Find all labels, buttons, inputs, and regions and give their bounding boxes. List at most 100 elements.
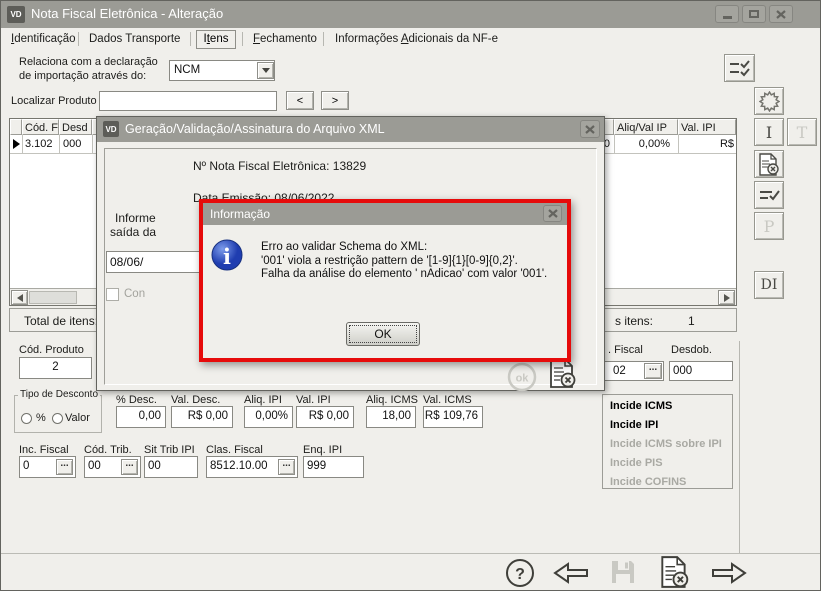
tab-identificacao[interactable]: Identificação xyxy=(11,33,76,45)
contingencia-checkbox xyxy=(106,288,119,301)
aliq-icms-input[interactable]: 18,00 xyxy=(366,406,416,428)
inc-fiscal-browse-button[interactable]: ... xyxy=(56,459,73,475)
cell-desdob: 000 xyxy=(63,138,81,150)
minimize-icon xyxy=(723,16,732,19)
window-titlebar: VD Nota Fiscal Eletrônica - Alteração xyxy=(1,1,821,28)
val-icms-input[interactable]: R$ 109,76 xyxy=(423,406,483,428)
aliq-ipi-input[interactable]: 0,00% xyxy=(244,406,293,428)
val-desc-input[interactable]: R$ 0,00 xyxy=(171,406,233,428)
clas-fiscal-browse-button[interactable]: ... xyxy=(278,459,295,475)
nf-number-line: Nº Nota Fiscal Eletrônica: 13829 xyxy=(193,159,366,173)
cell-aliq-val-ipi: 0,00% xyxy=(602,138,670,150)
cell-cod-fiscal: 3.102 xyxy=(25,138,53,150)
data-saida-input[interactable]: 08/06/ xyxy=(106,251,206,273)
scroll-left-icon xyxy=(17,294,23,302)
close-icon xyxy=(776,10,786,19)
cod-fiscal-label: . Fiscal xyxy=(608,344,643,356)
close-icon xyxy=(585,125,595,134)
cod-fiscal-browse-button[interactable]: ... xyxy=(644,363,662,379)
cod-produto-input[interactable]: 2 xyxy=(19,357,92,379)
radio-percent-label: % xyxy=(36,412,46,424)
info-icon: i xyxy=(211,239,243,271)
grid-header-desdob[interactable]: Desd xyxy=(59,119,92,135)
aliq-icms-label: Aliq. ICMS xyxy=(366,394,418,406)
grid-header-aliq-val-ipi[interactable]: Aliq/Val IP xyxy=(614,119,678,135)
tab-fechamento[interactable]: Fechamento xyxy=(253,33,317,45)
sit-trib-ipi-label: Sit Trib IPI xyxy=(144,444,195,456)
relaciona-label-line2: de importação através do: xyxy=(19,70,146,82)
enq-ipi-input[interactable]: 999 xyxy=(303,456,364,478)
val-ipi-label: Val. IPI xyxy=(296,394,331,406)
radio-valor[interactable] xyxy=(52,413,63,424)
error-message: Erro ao validar Schema do XML: '001' vio… xyxy=(261,241,547,282)
back-button[interactable] xyxy=(552,560,590,586)
close-button[interactable] xyxy=(769,5,793,23)
p-button-disabled: P xyxy=(754,212,784,240)
cod-fiscal-value: 02 xyxy=(613,365,626,377)
tab-itens-selected[interactable]: Itens xyxy=(196,30,236,49)
combobox-dropdown-button[interactable] xyxy=(257,62,274,79)
tab-dados-transporte[interactable]: Dados Transporte xyxy=(89,33,180,45)
grid-header-cod-fiscal[interactable]: Cód. F xyxy=(22,119,59,135)
help-button[interactable]: ? xyxy=(504,557,536,589)
tab-separator xyxy=(190,32,191,46)
localizar-produto-input[interactable] xyxy=(99,91,277,111)
apply-all-button[interactable] xyxy=(724,54,755,82)
cod-trib-label: Cód. Trib. xyxy=(84,444,132,456)
desdob-input[interactable]: 000 xyxy=(669,361,733,381)
inc-fiscal-label: Inc. Fiscal xyxy=(19,444,69,456)
t-button-disabled: T xyxy=(787,118,817,146)
di-button[interactable]: DI xyxy=(754,271,784,299)
italic-i-button[interactable]: I xyxy=(754,118,784,146)
scroll-right-button[interactable] xyxy=(718,290,735,305)
error-dialog-title: Informação xyxy=(210,207,270,221)
val-desc-label: Val. Desc. xyxy=(171,394,220,406)
error-message-line2: '001' viola a restrição pattern de '[1-9… xyxy=(261,255,547,269)
next-product-button[interactable]: > xyxy=(321,91,349,110)
pct-desc-input[interactable]: 0,00 xyxy=(116,406,166,428)
hscrollbar-thumb[interactable] xyxy=(29,291,77,304)
cancel-document-button[interactable] xyxy=(754,150,784,178)
error-dialog-close-button[interactable] xyxy=(543,205,562,222)
forward-button[interactable] xyxy=(710,560,748,586)
ok-button-disabled: ok xyxy=(507,362,537,392)
total-itens-label: Total de itens: xyxy=(24,314,98,328)
tipo-desconto-legend: Tipo de Desconto xyxy=(18,389,100,400)
error-message-line3: Falha da análise do elemento ' nAdicao' … xyxy=(261,268,547,282)
xml-dialog-close-button[interactable] xyxy=(580,120,600,138)
ncm-combobox[interactable]: NCM xyxy=(169,60,275,81)
tab-separator xyxy=(323,32,324,46)
error-ok-button[interactable]: OK xyxy=(346,322,420,346)
document-delete-icon xyxy=(657,555,691,589)
total-dos-itens-value: 1 xyxy=(688,314,695,328)
cod-produto-label: Cód. Produto xyxy=(19,344,84,356)
informe-line1: Informe xyxy=(115,211,156,225)
validate-button[interactable] xyxy=(754,181,784,209)
save-floppy-icon xyxy=(609,558,637,586)
minimize-button[interactable] xyxy=(715,5,739,23)
tab-separator xyxy=(78,32,79,46)
grid-selector-header xyxy=(10,119,22,135)
xml-dialog-title: Geração/Validação/Assinatura do Arquivo … xyxy=(125,122,385,136)
sit-trib-ipi-input[interactable]: 00 xyxy=(144,456,198,478)
tab-informacoes-adicionais[interactable]: Informações Adicionais da NF-e xyxy=(335,33,498,45)
app-icon: VD xyxy=(7,6,25,23)
grid-header-val-ipi[interactable]: Val. IPI xyxy=(678,119,736,135)
cancel-nfe-button[interactable] xyxy=(657,555,691,589)
settings-button[interactable] xyxy=(754,87,784,115)
maximize-button[interactable] xyxy=(742,5,766,23)
cod-fiscal-input[interactable]: 02 ... xyxy=(601,361,664,381)
list-checks-icon xyxy=(729,60,750,77)
prev-product-button[interactable]: < xyxy=(286,91,314,110)
cell-val-ipi: R$ xyxy=(674,138,734,150)
clas-fiscal-label: Clas. Fiscal xyxy=(206,444,263,456)
incide-panel: Incide ICMS Incide IPI Incide ICMS sobre… xyxy=(602,394,733,489)
scroll-left-button[interactable] xyxy=(11,290,28,305)
ok-circle-icon: ok xyxy=(507,362,537,392)
arrow-left-icon xyxy=(552,560,590,586)
radio-percent[interactable] xyxy=(21,413,32,424)
error-dialog-highlight-frame: Informação i Erro ao validar Schema do X… xyxy=(199,199,571,362)
incide-icms: Incide ICMS xyxy=(610,400,672,412)
cod-trib-browse-button[interactable]: ... xyxy=(121,459,138,475)
val-ipi-input[interactable]: R$ 0,00 xyxy=(296,406,354,428)
